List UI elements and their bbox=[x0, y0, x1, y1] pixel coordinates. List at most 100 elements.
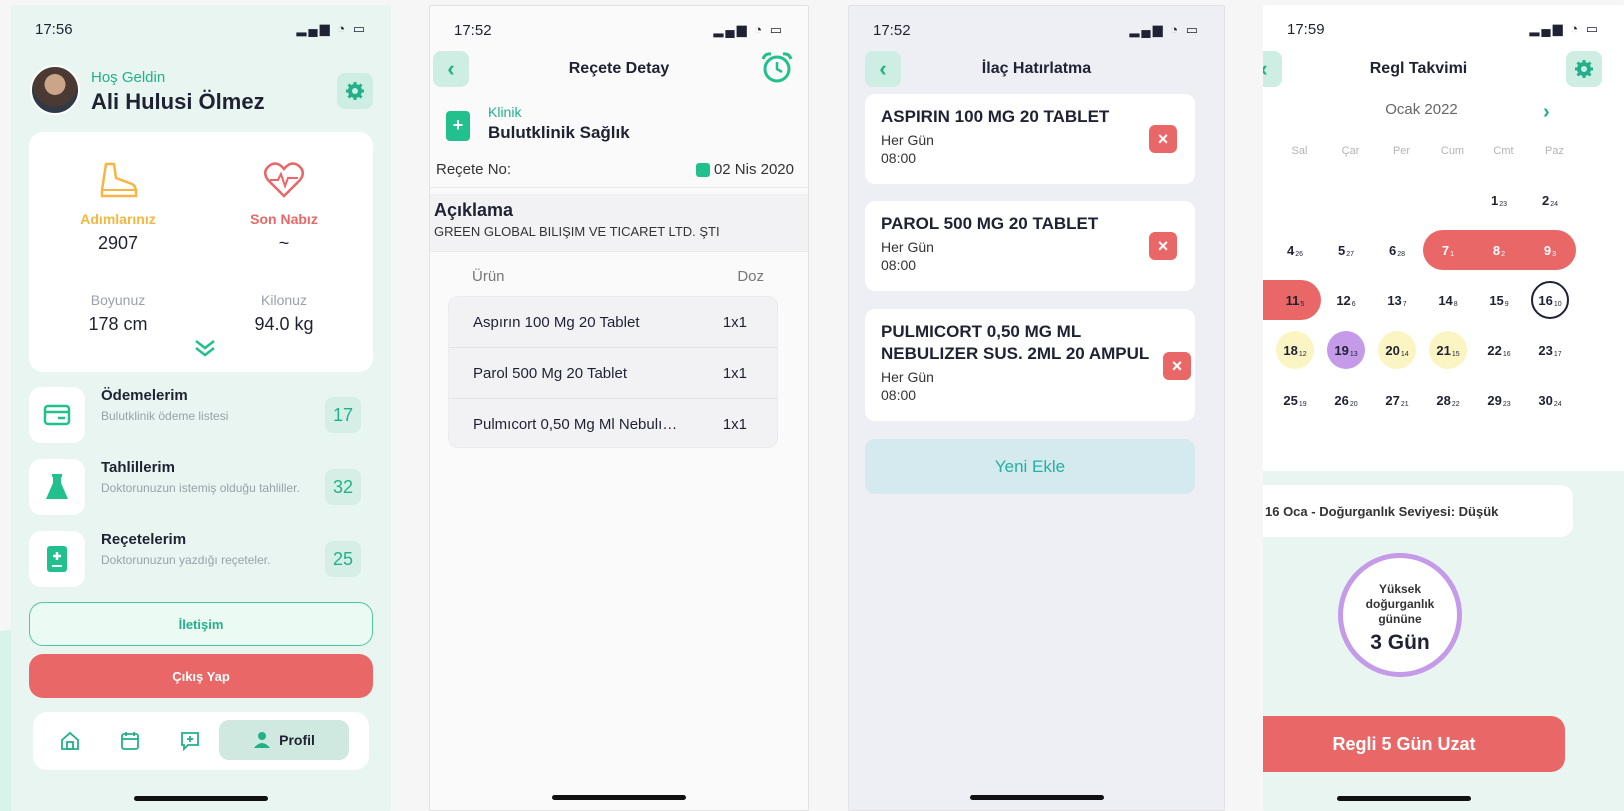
calendar-day[interactable]: 25 19 bbox=[1276, 381, 1314, 419]
home-indicator bbox=[134, 796, 268, 801]
prescription-date-text: 02 Nis 2020 bbox=[713, 161, 794, 178]
cycle-day-number: 6 bbox=[1351, 300, 1356, 308]
calendar-day[interactable]: 93 bbox=[1531, 231, 1569, 269]
table-row[interactable]: Pulmıcort 0,50 Mg Ml Nebulı… 1x1 bbox=[449, 399, 777, 447]
clinic-name: Bulutklinik Sağlık bbox=[488, 123, 630, 142]
calendar-day[interactable]: 27 21 bbox=[1378, 381, 1416, 419]
logout-button[interactable]: Çıkış Yap bbox=[29, 654, 373, 698]
calendar-day[interactable]: 30 24 bbox=[1531, 381, 1569, 419]
products-table: Aspırın 100 Mg 20 Tablet 1x1 Parol 500 M… bbox=[448, 296, 778, 448]
calendar-day[interactable]: 1 23 bbox=[1480, 181, 1518, 219]
medication-time: 08:00 bbox=[881, 387, 917, 403]
calendar-day[interactable]: 19 13 bbox=[1327, 331, 1365, 369]
add-new-button[interactable]: Yeni Ekle bbox=[865, 439, 1195, 494]
calendar-day[interactable]: 18 12 bbox=[1276, 331, 1314, 369]
stat-label: Kilonuz bbox=[261, 292, 307, 308]
alarm-clock-icon[interactable] bbox=[760, 50, 794, 84]
description-text: GREEN GLOBAL BILIŞIM VE TICARET LTD. ŞTI bbox=[434, 224, 720, 239]
next-month-button[interactable]: › bbox=[1543, 101, 1550, 124]
tab-home[interactable] bbox=[55, 726, 85, 756]
calendar-day[interactable]: 4 26 bbox=[1276, 231, 1314, 269]
day-number: 13 bbox=[1387, 292, 1402, 308]
gear-icon bbox=[346, 82, 364, 100]
tab-profile[interactable]: Profil bbox=[219, 720, 349, 760]
home-indicator bbox=[1336, 796, 1471, 801]
close-icon: × bbox=[1171, 355, 1183, 376]
wallet-icon bbox=[29, 387, 85, 443]
day-number: 9 bbox=[1543, 242, 1552, 258]
calendar-day[interactable]: 11 5 bbox=[1276, 281, 1314, 319]
table-row[interactable]: Aspırın 100 Mg 20 Tablet 1x1 bbox=[449, 297, 777, 348]
calendar-day[interactable]: 5 27 bbox=[1327, 231, 1365, 269]
contact-button[interactable]: İletişim bbox=[29, 602, 373, 646]
extend-period-button[interactable]: Regli 5 Gün Uzat bbox=[1263, 716, 1565, 772]
calendar-day[interactable]: 13 7 bbox=[1378, 281, 1416, 319]
avatar[interactable] bbox=[30, 65, 80, 115]
medication-name: PAROL 500 MG 20 TABLET bbox=[881, 214, 1099, 233]
tab-messages[interactable] bbox=[175, 726, 205, 756]
calendar-day[interactable]: 6 28 bbox=[1378, 231, 1416, 269]
table-row[interactable]: Parol 500 Mg 20 Tablet 1x1 bbox=[449, 348, 777, 399]
health-stats-card: Adımlarınız 2907 Son Nabız ~ Boyunuz 178… bbox=[29, 132, 373, 372]
calendar-day[interactable]: 16 10 bbox=[1531, 281, 1569, 319]
shoe-icon bbox=[100, 162, 138, 198]
reminder-card[interactable]: PULMICORT 0,50 MG ML NEBULIZER SUS. 2ML … bbox=[865, 309, 1195, 421]
stat-label: Son Nabız bbox=[250, 211, 318, 227]
calendar-day[interactable]: 28 22 bbox=[1429, 381, 1467, 419]
tab-calendar[interactable] bbox=[115, 726, 145, 756]
cycle-day-number: 13 bbox=[1349, 350, 1358, 358]
settings-button[interactable] bbox=[337, 73, 373, 109]
user-name: Ali Hulusi Ölmez bbox=[91, 89, 265, 114]
cycle-day-number: 21 bbox=[1400, 400, 1409, 408]
day-number: 23 bbox=[1538, 342, 1553, 358]
stat-value: 178 cm bbox=[88, 314, 148, 334]
calendar-day[interactable]: 71 bbox=[1429, 231, 1467, 269]
medication-reminder-screen: 17:52 ▂▄▆ ◔ ▭ ‹ İlaç Hatırlatma ASPIRIN … bbox=[848, 5, 1225, 811]
calendar-day[interactable]: 21 15 bbox=[1429, 331, 1467, 369]
calendar-day[interactable]: 14 8 bbox=[1429, 281, 1467, 319]
cycle-day-number: 23 bbox=[1502, 400, 1511, 408]
reminder-card[interactable]: PAROL 500 MG 20 TABLET Her Gün 08:00 × bbox=[865, 201, 1195, 291]
weekday-label: Per bbox=[1392, 145, 1411, 157]
status-time: 17:52 bbox=[454, 21, 492, 39]
count-badge: 25 bbox=[325, 541, 361, 577]
menu-item-title: Reçetelerim bbox=[101, 531, 187, 548]
calendar-day[interactable]: 26 20 bbox=[1327, 381, 1365, 419]
status-time: 17:59 bbox=[1287, 20, 1325, 38]
medication-frequency: Her Gün bbox=[881, 132, 934, 148]
product-dose: 1x1 bbox=[722, 314, 747, 331]
cycle-day-number: 27 bbox=[1346, 250, 1355, 258]
reminder-card[interactable]: ASPIRIN 100 MG 20 TABLET Her Gün 08:00 × bbox=[865, 94, 1195, 184]
weekday-label: Sal bbox=[1291, 145, 1308, 157]
day-number: 4 bbox=[1286, 242, 1295, 258]
calendar-day[interactable]: 15 9 bbox=[1480, 281, 1518, 319]
day-number: 14 bbox=[1438, 292, 1453, 308]
calendar-day[interactable]: 23 17 bbox=[1531, 331, 1569, 369]
calendar-day[interactable]: 2 24 bbox=[1531, 181, 1569, 219]
prescription-number-label: Reçete No: bbox=[436, 161, 512, 178]
stat-label: Adımlarınız bbox=[80, 211, 156, 227]
cycle-day-number: 10 bbox=[1553, 300, 1562, 308]
cycle-day-number: 26 bbox=[1295, 250, 1304, 258]
calendar-day[interactable]: 12 6 bbox=[1327, 281, 1365, 319]
calendar-day[interactable]: 22 16 bbox=[1480, 331, 1518, 369]
calendar-day[interactable]: 20 14 bbox=[1378, 331, 1416, 369]
delete-button[interactable]: × bbox=[1163, 352, 1191, 380]
chevron-double-down-icon[interactable] bbox=[193, 338, 217, 358]
flask-icon bbox=[29, 459, 85, 515]
settings-button[interactable] bbox=[1566, 51, 1602, 87]
month-navigator: ‹ Ocak 2022 bbox=[1263, 101, 1624, 125]
stat-label: Boyunuz bbox=[90, 292, 146, 308]
delete-button[interactable]: × bbox=[1149, 232, 1177, 260]
month-label: Ocak 2022 bbox=[1385, 101, 1458, 118]
delete-button[interactable]: × bbox=[1149, 125, 1177, 153]
calendar-day[interactable]: 82 bbox=[1480, 231, 1518, 269]
weekday-label: Pzt bbox=[1263, 145, 1274, 157]
calendar-day[interactable]: 29 23 bbox=[1480, 381, 1518, 419]
menu-item-payments[interactable]: Ödemelerim Bulutklinik ödeme listesi 17 bbox=[29, 383, 373, 445]
product-name: Aspırın 100 Mg 20 Tablet bbox=[473, 314, 640, 331]
cycle-day-number: 2 bbox=[1501, 250, 1506, 258]
menu-item-prescriptions[interactable]: Reçetelerim Doktorunuzun yazdığı reçetel… bbox=[29, 527, 373, 589]
weekday-label: Cmt bbox=[1493, 145, 1514, 157]
menu-item-tests[interactable]: Tahlillerim Doktorunuzun istemiş olduğu … bbox=[29, 455, 373, 517]
